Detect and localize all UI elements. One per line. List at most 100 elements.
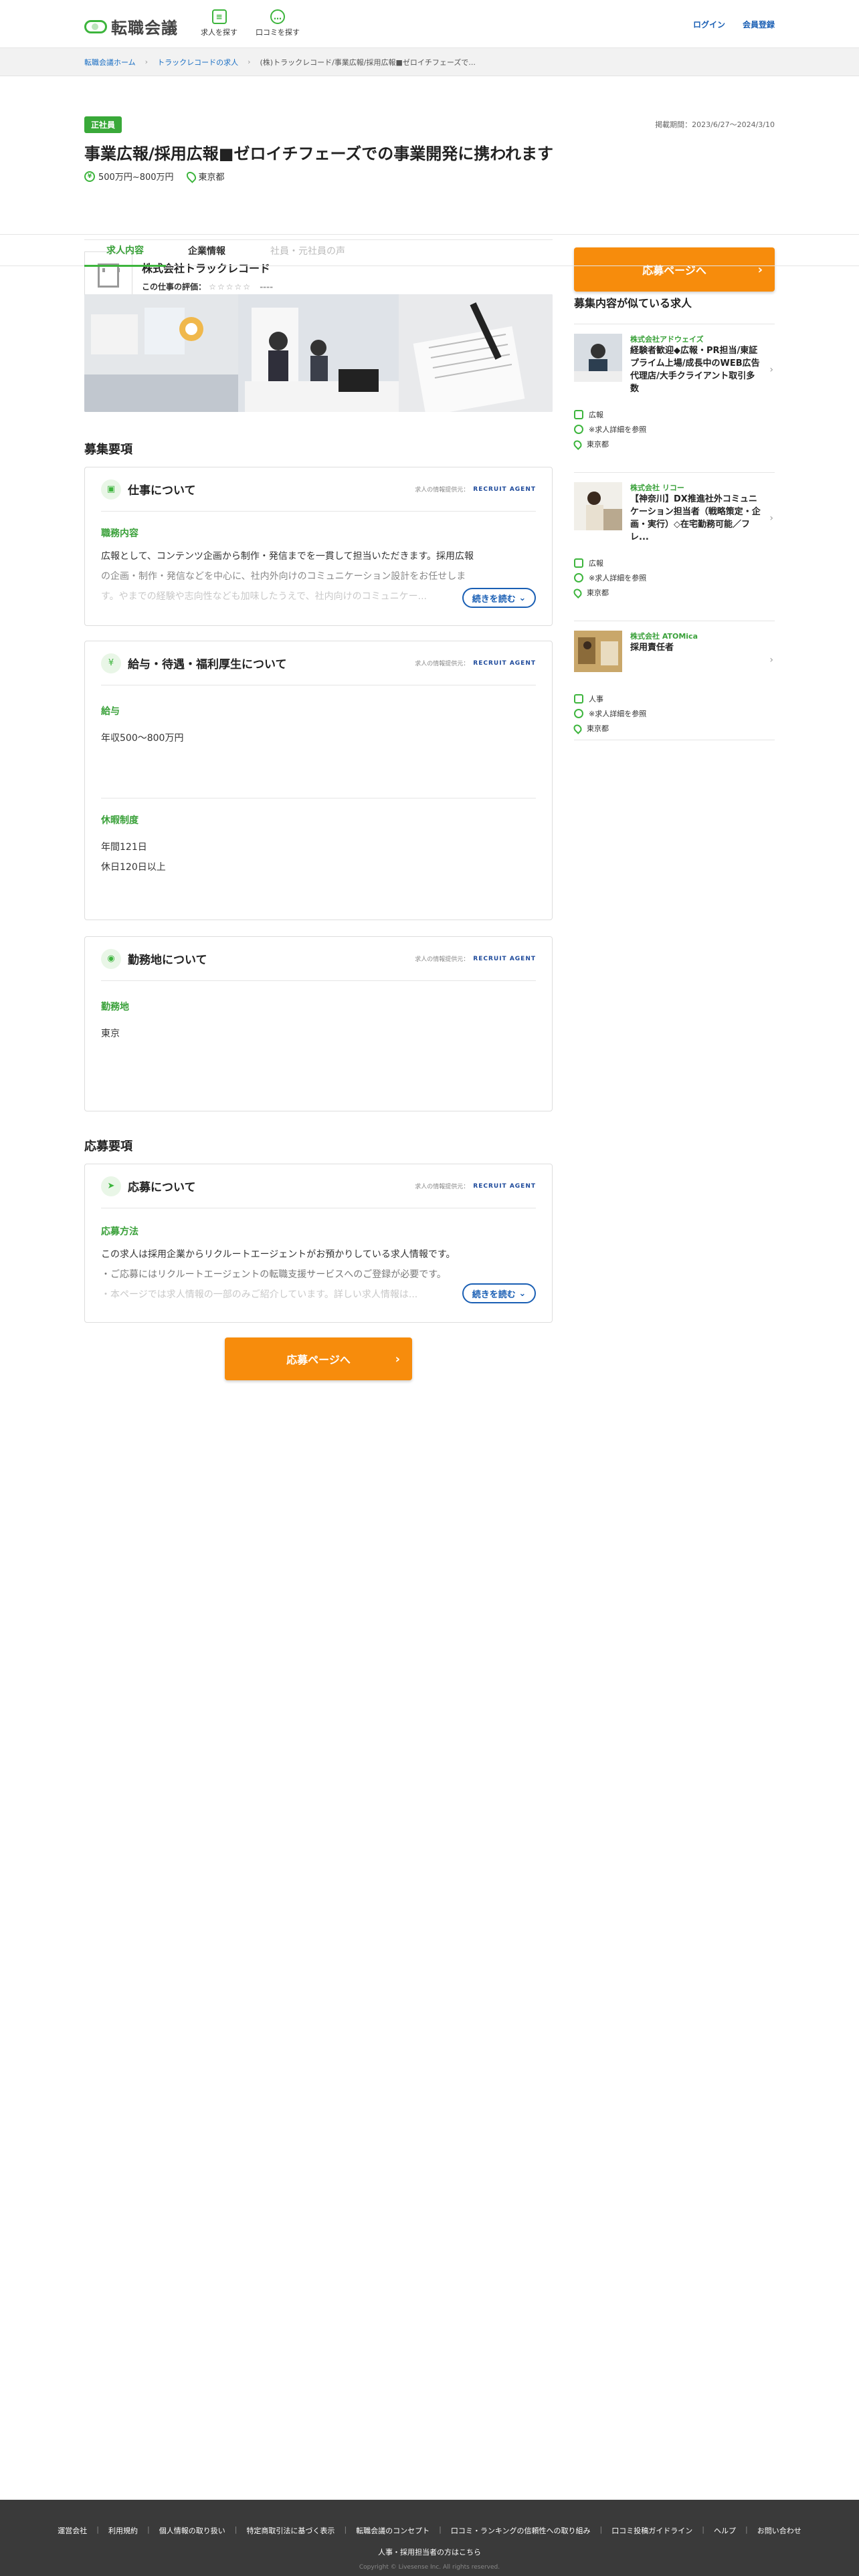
location-pin-icon: ◉: [101, 948, 121, 969]
login-link[interactable]: ログイン: [693, 19, 725, 30]
recruitment-heading: 募集要項: [84, 443, 132, 457]
application-method-label: 応募方法: [101, 1226, 138, 1237]
job-location: 東京都: [198, 173, 225, 183]
nav-search-reviews[interactable]: … 口コミを探す: [256, 9, 300, 37]
rating-value: ----: [260, 282, 274, 292]
application-card-title: 応募について: [128, 1181, 196, 1194]
footer-link-concept[interactable]: 転職会議のコンセプト: [356, 2525, 430, 2536]
footer-link-privacy[interactable]: 個人情報の取り扱い: [159, 2525, 225, 2536]
chevron-right-icon: ›: [395, 1352, 400, 1366]
posting-period: 掲載期間：2023/6/27〜2024/3/10: [655, 120, 775, 129]
job-thumbnail: [574, 631, 622, 672]
yen-icon: ¥: [101, 653, 121, 673]
read-more-label: 続きを読む: [472, 1289, 516, 1300]
job-location: 東京都: [587, 440, 609, 449]
tab-employee-voices: 社員・元社員の声: [270, 246, 345, 257]
application-heading: 応募要項: [84, 1140, 132, 1154]
briefcase-icon: [574, 694, 583, 704]
source-label: 求人の情報提供元：: [415, 956, 470, 963]
office-photo-illustration: [84, 294, 553, 412]
breadcrumb-company-jobs[interactable]: トラックレコードの求人: [157, 57, 238, 68]
source-brand: RECRUIT AGENT: [473, 486, 536, 493]
footer-link-reliability[interactable]: 口コミ・ランキングの信頼性への取り組み: [451, 2525, 591, 2536]
logo-mark-icon: [84, 19, 107, 33]
similar-jobs-heading: 募集内容が似ている求人: [574, 294, 775, 324]
job-salary: ※求人詳細を参照: [589, 710, 647, 718]
location-pin-icon: [572, 438, 583, 450]
similar-job-item[interactable]: 株式会社 ATOMica 採用責任者 › 人事 ※求人詳細を参照 東京都: [572, 621, 775, 740]
footer-separator: |: [599, 2525, 603, 2534]
footer-link-terms[interactable]: 利用規約: [108, 2525, 138, 2536]
similar-job-item[interactable]: 株式会社 リコー 【神奈川】DX推進社外コミュニケーション担当者（戦略策定・企画…: [572, 473, 775, 621]
footer-separator: |: [344, 2525, 347, 2534]
holiday-line: 休日120日以上: [101, 862, 166, 873]
tab-company-info[interactable]: 企業情報: [166, 235, 248, 267]
yen-icon: [574, 573, 583, 582]
chevron-right-icon: ›: [769, 655, 773, 665]
similar-job-company: 株式会社アドウェイズ: [630, 335, 704, 344]
chat-bubble-icon: …: [270, 9, 285, 24]
read-more-button[interactable]: 続きを読む ⌄: [462, 1283, 536, 1303]
register-link[interactable]: 会員登録: [743, 19, 775, 30]
document-icon: ≡: [211, 9, 227, 24]
job-thumbnail: [574, 482, 622, 530]
salary-label: 給与: [101, 706, 120, 717]
similar-jobs-sidebar: 募集内容が似ている求人 株式会社アドウェイズ 経験者歓迎◆広報・PR担当/東証プ…: [572, 294, 775, 740]
source-brand: RECRUIT AGENT: [473, 1182, 536, 1190]
job-category: 広報: [589, 411, 603, 419]
footer-link-contact[interactable]: お問い合わせ: [757, 2525, 801, 2536]
work-card-title: 仕事について: [128, 484, 196, 498]
job-thumbnail: [574, 334, 622, 382]
similar-job-title: 【神奈川】DX推進社外コミュニケーション担当者（戦略策定・企画・実行）◇在宅勤務…: [630, 494, 761, 542]
source-brand: RECRUIT AGENT: [473, 955, 536, 962]
yen-icon: ¥: [84, 171, 95, 182]
breadcrumb: 転職会議ホーム › トラックレコードの求人 › (株)トラックレコード/事業広報…: [0, 48, 859, 76]
nav-search-jobs[interactable]: ≡ 求人を探す: [201, 9, 237, 37]
footer-link-hr[interactable]: 人事・採用担当者の方はこちら: [378, 2548, 481, 2557]
apply-button-label: 応募ページへ: [286, 1354, 351, 1366]
location-pin-icon: [572, 586, 583, 599]
holiday-line: 年間121日: [101, 842, 147, 853]
similar-job-title: 採用責任者: [630, 643, 674, 653]
holiday-label: 休暇制度: [101, 815, 138, 826]
main-content: 募集要項 ▣ 仕事について 求人の情報提供元： RECRUIT AGENT 職務内…: [84, 294, 553, 1323]
site-logo[interactable]: 転職会議: [84, 15, 178, 38]
location-pin-icon: [184, 169, 198, 183]
similar-job-item[interactable]: 株式会社アドウェイズ 経験者歓迎◆広報・PR担当/東証プライム上場/成長中のWE…: [572, 324, 775, 473]
footer-link-commerce-law[interactable]: 特定商取引法に基づく表示: [246, 2525, 335, 2536]
briefcase-icon: [574, 410, 583, 419]
work-location-label: 勤務地: [101, 1002, 129, 1012]
salary-value: 年収500〜800万円: [101, 733, 184, 744]
source-label: 求人の情報提供元：: [415, 661, 470, 667]
work-location-value: 東京: [101, 1029, 120, 1039]
read-more-button[interactable]: 続きを読む ⌄: [462, 588, 536, 608]
footer-link-guidelines[interactable]: 口コミ投稿ガイドライン: [611, 2525, 692, 2536]
logo-text: 転職会議: [111, 19, 178, 37]
application-method-line: ・ご応募にはリクルートエージェントの転職支援サービスへのご登録が必要です。: [101, 1269, 446, 1280]
job-category: 人事: [589, 695, 603, 704]
job-title: 事業広報/採用広報■ゼロイチフェーズでの事業開発に携われます: [84, 144, 554, 163]
footer-link-company[interactable]: 運営会社: [58, 2525, 87, 2536]
location-card-title: 勤務地について: [128, 954, 207, 967]
job-location: 東京都: [587, 588, 609, 597]
breadcrumb-home[interactable]: 転職会議ホーム: [84, 57, 136, 68]
hero-image: [84, 294, 553, 412]
job-salary: ※求人詳細を参照: [589, 425, 647, 434]
application-method-line: この求人は採用企業からリクルートエージェントがお預かりしている求人情報です。: [101, 1249, 456, 1260]
footer-separator: |: [439, 2525, 442, 2534]
tab-job-details[interactable]: 求人内容: [84, 235, 166, 267]
work-card: ▣ 仕事について 求人の情報提供元： RECRUIT AGENT 職務内容 広報と…: [84, 467, 553, 626]
rating-label: この仕事の評価：: [142, 282, 207, 292]
yen-icon: [574, 709, 583, 718]
salary-card: ¥ 給与・待遇・福利厚生について 求人の情報提供元： RECRUIT AGENT …: [84, 641, 553, 920]
yen-icon: [574, 425, 583, 434]
employment-type-badge: 正社員: [84, 116, 122, 133]
paper-plane-icon: ➤: [101, 1176, 121, 1196]
briefcase-icon: ▣: [101, 479, 121, 500]
job-duties-label: 職務内容: [101, 528, 138, 539]
site-header: 転職会議 ≡ 求人を探す … 口コミを探す ログイン 会員登録: [0, 0, 859, 48]
breadcrumb-separator: ›: [248, 58, 251, 66]
copyright: Copyright © Livesense Inc. All rights re…: [359, 2564, 500, 2571]
apply-button-bottom[interactable]: 応募ページへ ›: [225, 1337, 412, 1380]
footer-link-help[interactable]: ヘルプ: [714, 2525, 736, 2536]
